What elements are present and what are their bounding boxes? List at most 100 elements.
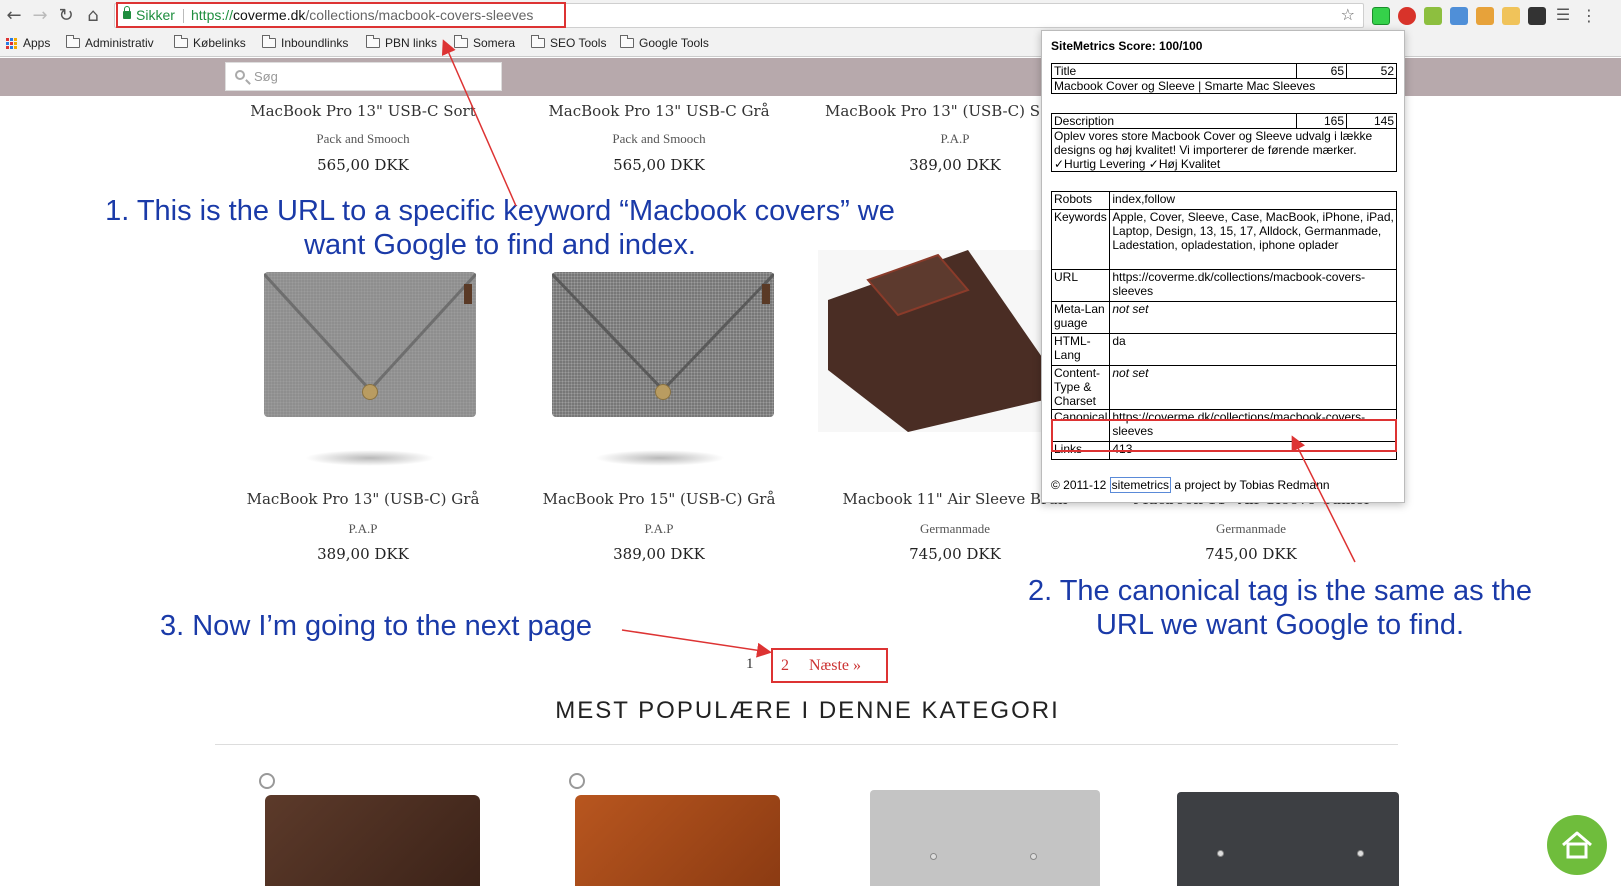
product-image[interactable] (259, 773, 480, 886)
folder-icon (174, 35, 188, 48)
product-brand: P.A.P (644, 521, 674, 536)
folder-icon (620, 35, 634, 48)
tag-extension-icon[interactable] (1476, 7, 1494, 25)
product-image[interactable] (264, 272, 476, 417)
product-shadow (305, 450, 435, 466)
annotation-2: 2. The canonical tag is the same as the … (1000, 574, 1560, 642)
grid-extension-icon[interactable] (1528, 7, 1546, 25)
bookmark-label: SEO Tools (550, 36, 607, 50)
sitemetrics-footer: © 2011-12 sitemetrics a project by Tobia… (1051, 477, 1330, 493)
sitemetrics-extension-icon[interactable] (1372, 7, 1390, 25)
product-name[interactable]: MacBook Pro 15" (USB-C) Grå (529, 490, 789, 508)
section-title: MEST POPULÆRE I DENNE KATEGORI (555, 697, 1060, 724)
bookmark-inboundlinks[interactable]: Inboundlinks (262, 35, 348, 50)
sitemetrics-link[interactable]: sitemetrics (1109, 477, 1172, 493)
description-table: Description 165 145 Oplev vores store Ma… (1051, 113, 1397, 172)
folder-icon (454, 35, 468, 48)
bookmark-somera[interactable]: Somera (454, 35, 516, 50)
menu-kebab-icon[interactable]: ⋮ (1580, 7, 1598, 25)
product-brand: Pack and Smooch (612, 131, 706, 146)
rivet-icon (930, 853, 937, 860)
home-icon[interactable]: ⌂ (82, 5, 104, 27)
forward-icon[interactable]: → (29, 5, 51, 27)
button-clasp-icon (655, 384, 671, 400)
zipper-ring-icon (569, 773, 585, 789)
folder-icon (531, 35, 545, 48)
pager-page-2[interactable]: 2 (781, 657, 789, 675)
pager-next-link[interactable]: Næste » (809, 657, 861, 675)
bookmark-google-tools[interactable]: Google Tools (620, 35, 709, 50)
button-clasp-icon (362, 384, 378, 400)
product-image[interactable] (870, 790, 1100, 886)
zipper-ring-icon (259, 773, 275, 789)
search-icon (235, 70, 245, 80)
section-divider (215, 744, 1398, 745)
product-name[interactable]: MacBook Pro 13" USB-C Grå (529, 102, 789, 120)
product-brand: P.A.P (348, 521, 378, 536)
pager-highlight-box: 2 Næste » (771, 648, 888, 683)
title-value: Macbook Cover og Sleeve | Smarte Mac Sle… (1051, 78, 1397, 94)
bookmark-label: Købelinks (193, 36, 246, 50)
apps-grid-icon (6, 37, 17, 49)
description-length-2: 145 (1346, 113, 1397, 129)
product-price: 565,00 DKK (317, 156, 409, 174)
html-lang-value: da (1109, 333, 1397, 366)
translate-extension-icon[interactable] (1450, 7, 1468, 25)
product-name[interactable]: MacBook Pro 13" (USB-C) Grå (233, 490, 493, 508)
product-name[interactable]: MacBook Pro 13" USB-C Sort (233, 102, 493, 120)
bookmark-seo-tools[interactable]: SEO Tools (531, 35, 607, 50)
content-type-value: not set (1109, 365, 1397, 410)
search-input[interactable]: Søg (225, 62, 502, 91)
bookmark-label: Apps (23, 36, 51, 50)
shopify-extension-icon[interactable] (1424, 7, 1442, 25)
footer-copyright: © 2011-12 (1051, 478, 1107, 492)
product-image[interactable] (552, 272, 774, 417)
bookmark-apps[interactable]: Apps (6, 36, 50, 50)
footer-credit: a project by Tobias Redmann (1174, 478, 1330, 492)
folder-icon (66, 35, 80, 48)
meta-language-value: not set (1109, 301, 1397, 334)
back-icon[interactable]: ← (3, 5, 25, 27)
bookmark-pbn-links[interactable]: PBN links (366, 35, 437, 50)
product-brand: Germanmade (919, 521, 991, 536)
product-price: 389,00 DKK (317, 545, 409, 563)
bookmark-star-icon[interactable]: ☆ (1341, 5, 1355, 24)
search-placeholder: Søg (254, 69, 278, 84)
bookmark-kobelinks[interactable]: Købelinks (174, 35, 246, 50)
house-icon (1562, 831, 1592, 859)
rivet-icon (1217, 850, 1224, 857)
home-fab-button[interactable] (1547, 815, 1607, 875)
seo-extension-icon[interactable] (1398, 7, 1416, 25)
rivet-icon (1030, 853, 1037, 860)
bookmark-administrativ[interactable]: Administrativ (66, 35, 154, 50)
content-type-label: Content-Type & Charset (1050, 365, 1111, 410)
title-length-2: 52 (1346, 63, 1397, 79)
annotation-1-line2: want Google to find and index. (304, 229, 696, 261)
bookmark-label: Somera (473, 36, 516, 50)
url-value: https://coverme.dk/collections/macbook-c… (1109, 269, 1397, 302)
leather-sleeve-graphic (828, 250, 1044, 432)
description-label: Description (1051, 113, 1297, 129)
list-extension-icon[interactable]: ☰ (1554, 7, 1572, 25)
product-image[interactable] (1177, 792, 1399, 886)
annotation-2-line2: URL we want Google to find. (1095, 609, 1465, 641)
product-price: 565,00 DKK (613, 156, 705, 174)
annotation-1: 1. This is the URL to a specific keyword… (80, 194, 920, 262)
product-image[interactable] (569, 773, 780, 886)
url-label: URL (1050, 269, 1111, 302)
robots-value: index,follow (1109, 191, 1397, 210)
meta-language-label: Meta-Language (1050, 301, 1111, 334)
sitemetrics-score: SiteMetrics Score: 100/100 (1051, 39, 1203, 53)
wrench-extension-icon[interactable] (1502, 7, 1520, 25)
url-highlight-box (116, 2, 566, 28)
product-shadow (595, 450, 725, 466)
title-label: Title (1051, 63, 1297, 79)
product-name[interactable]: MacBook Pro 13" (USB-C) S (825, 102, 1041, 120)
arrow-to-next-page (621, 629, 772, 658)
annotation-3: 3. Now I’m going to the next page (160, 610, 593, 642)
product-image[interactable] (818, 250, 1044, 432)
annotation-2-line1: 2. The canonical tag is the same as the (1027, 575, 1533, 607)
keywords-label: Keywords (1050, 209, 1111, 270)
reload-icon[interactable]: ↻ (55, 5, 77, 27)
sitemetrics-popup: SiteMetrics Score: 100/100 Title 65 52 M… (1041, 30, 1405, 503)
